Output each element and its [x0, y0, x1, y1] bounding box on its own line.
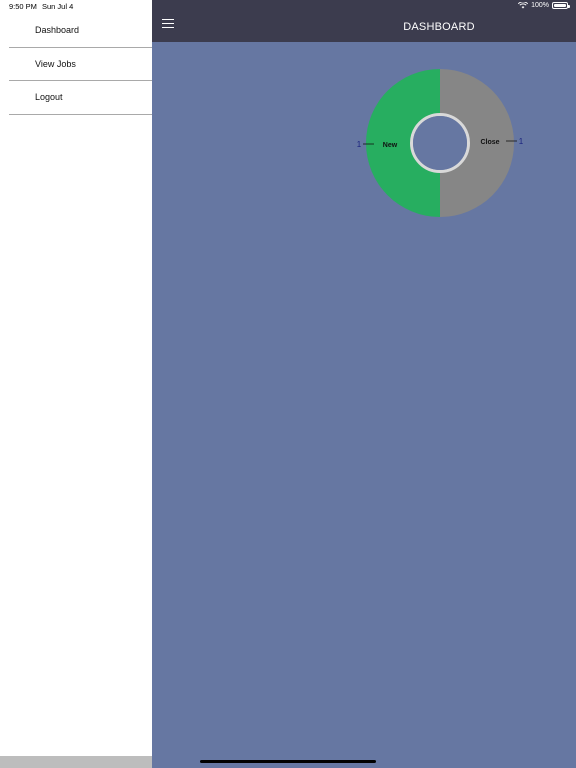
battery-fill: [554, 4, 566, 7]
main-content: DASHBOARD New 1 Close 1: [152, 0, 576, 768]
sidebar-item-label: Logout: [35, 92, 63, 103]
sidebar-item-view-jobs[interactable]: View Jobs: [9, 48, 152, 81]
sidebar-item-label: View Jobs: [35, 58, 76, 69]
sidebar-item-label: Dashboard: [35, 25, 80, 36]
sidebar-item-logout[interactable]: Logout: [9, 81, 152, 115]
slice-label: New: [383, 142, 398, 149]
sidebar-menu: Dashboard View Jobs Logout: [9, 14, 152, 115]
donut-chart: New 1 Close 1: [357, 69, 524, 217]
status-indicators: 100%: [518, 2, 570, 9]
slice-label: Close: [480, 139, 499, 146]
value-label: 1: [519, 137, 524, 146]
donut-hole: [413, 116, 467, 170]
battery-icon: [552, 2, 570, 9]
home-indicator: [200, 760, 376, 763]
battery-percent: 100%: [531, 2, 549, 9]
status-bar: 9:50 PM Sun Jul 4 100%: [0, 0, 576, 14]
wifi-icon: [518, 2, 529, 9]
sidebar-item-dashboard[interactable]: Dashboard: [9, 14, 152, 48]
sidebar-footer: [0, 756, 152, 768]
status-time: 9:50 PM: [9, 2, 37, 11]
sidebar: Dashboard View Jobs Logout: [0, 0, 152, 768]
value-label: 1: [357, 140, 362, 149]
status-date: Sun Jul 4: [42, 2, 74, 11]
